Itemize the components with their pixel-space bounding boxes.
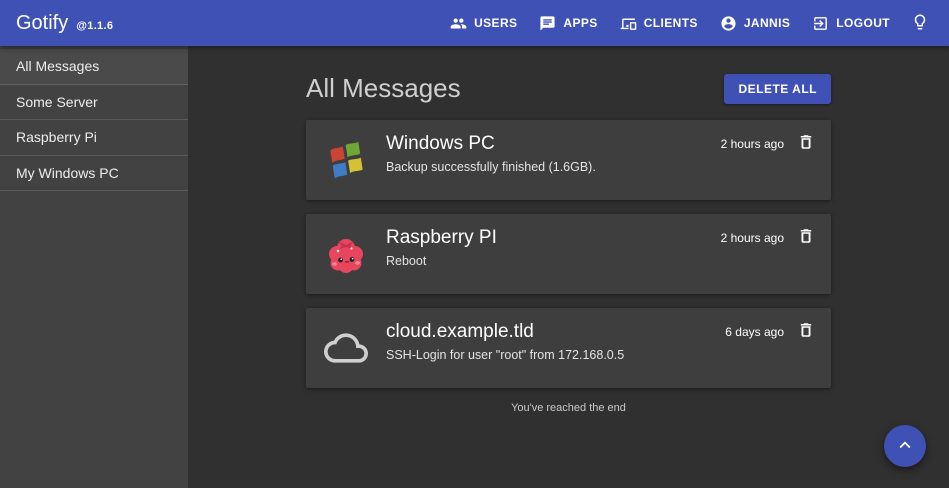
lightbulb-icon <box>911 13 929 34</box>
trash-icon <box>797 227 815 248</box>
page-title: All Messages <box>306 73 461 104</box>
sidebar-item-some-server[interactable]: Some Server <box>0 85 188 121</box>
nav-apps-button[interactable]: APPS <box>528 7 608 40</box>
brand[interactable]: Gotify @1.1.6 <box>16 12 113 35</box>
brand-title: Gotify <box>16 12 68 35</box>
delete-all-button[interactable]: DELETE ALL <box>724 74 831 104</box>
message-body: SSH-Login for user "root" from 172.168.0… <box>386 348 725 362</box>
message-card: Raspberry PI Reboot 2 hours ago <box>306 214 831 294</box>
delete-message-button[interactable] <box>797 321 815 342</box>
users-icon <box>450 15 467 32</box>
theme-toggle-button[interactable] <box>901 5 929 42</box>
app-bar: Gotify @1.1.6 USERS APPS CLIENTS JANNIS <box>0 0 949 46</box>
message-body: Backup successfully finished (1.6GB). <box>386 160 721 174</box>
message-timestamp: 6 days ago <box>725 325 784 339</box>
devices-icon <box>620 15 637 32</box>
message-timestamp: 2 hours ago <box>721 231 784 245</box>
sidebar-item-raspberry-pi[interactable]: Raspberry Pi <box>0 120 188 156</box>
nav-user-label: JANNIS <box>744 16 790 30</box>
brand-version: @1.1.6 <box>76 20 113 32</box>
sidebar-item-label: Some Server <box>16 94 98 110</box>
nav-logout-label: LOGOUT <box>836 16 890 30</box>
nav-user-account-button[interactable]: JANNIS <box>709 7 801 40</box>
cloud-icon <box>324 326 368 370</box>
message-card: Windows PC Backup successfully finished … <box>306 120 831 200</box>
nav-apps-label: APPS <box>563 16 597 30</box>
sidebar: All Messages Some Server Raspberry Pi My… <box>0 46 188 488</box>
sidebar-item-my-windows-pc[interactable]: My Windows PC <box>0 156 188 192</box>
sidebar-item-label: Raspberry Pi <box>16 129 97 145</box>
message-title: Windows PC <box>386 132 721 156</box>
account-circle-icon <box>720 15 737 32</box>
nav-clients-label: CLIENTS <box>644 16 698 30</box>
message-title: Raspberry PI <box>386 226 721 250</box>
message-card: cloud.example.tld SSH-Login for user "ro… <box>306 308 831 388</box>
delete-message-button[interactable] <box>797 133 815 154</box>
sidebar-item-label: All Messages <box>16 58 99 74</box>
delete-message-button[interactable] <box>797 227 815 248</box>
chevron-up-icon <box>894 434 916 459</box>
nav-clients-button[interactable]: CLIENTS <box>609 7 709 40</box>
content-header: All Messages DELETE ALL <box>306 73 831 104</box>
sidebar-item-label: My Windows PC <box>16 165 119 181</box>
chat-icon <box>539 15 556 32</box>
message-body: Reboot <box>386 254 721 268</box>
logout-icon <box>812 15 829 32</box>
message-timestamp: 2 hours ago <box>721 137 784 151</box>
end-of-list-text: You've reached the end <box>306 402 831 414</box>
top-nav: USERS APPS CLIENTS JANNIS LOGOUT <box>439 5 929 42</box>
nav-users-button[interactable]: USERS <box>439 7 528 40</box>
main-content: All Messages DELETE ALL Windows PC Backu… <box>188 46 949 488</box>
windows-logo-icon <box>324 138 368 182</box>
message-title: cloud.example.tld <box>386 320 725 344</box>
nav-logout-button[interactable]: LOGOUT <box>801 7 901 40</box>
trash-icon <box>797 133 815 154</box>
nav-users-label: USERS <box>474 16 517 30</box>
raspberry-logo-icon <box>324 232 368 276</box>
trash-icon <box>797 321 815 342</box>
scroll-to-top-button[interactable] <box>884 425 926 467</box>
sidebar-item-all-messages[interactable]: All Messages <box>0 49 188 85</box>
